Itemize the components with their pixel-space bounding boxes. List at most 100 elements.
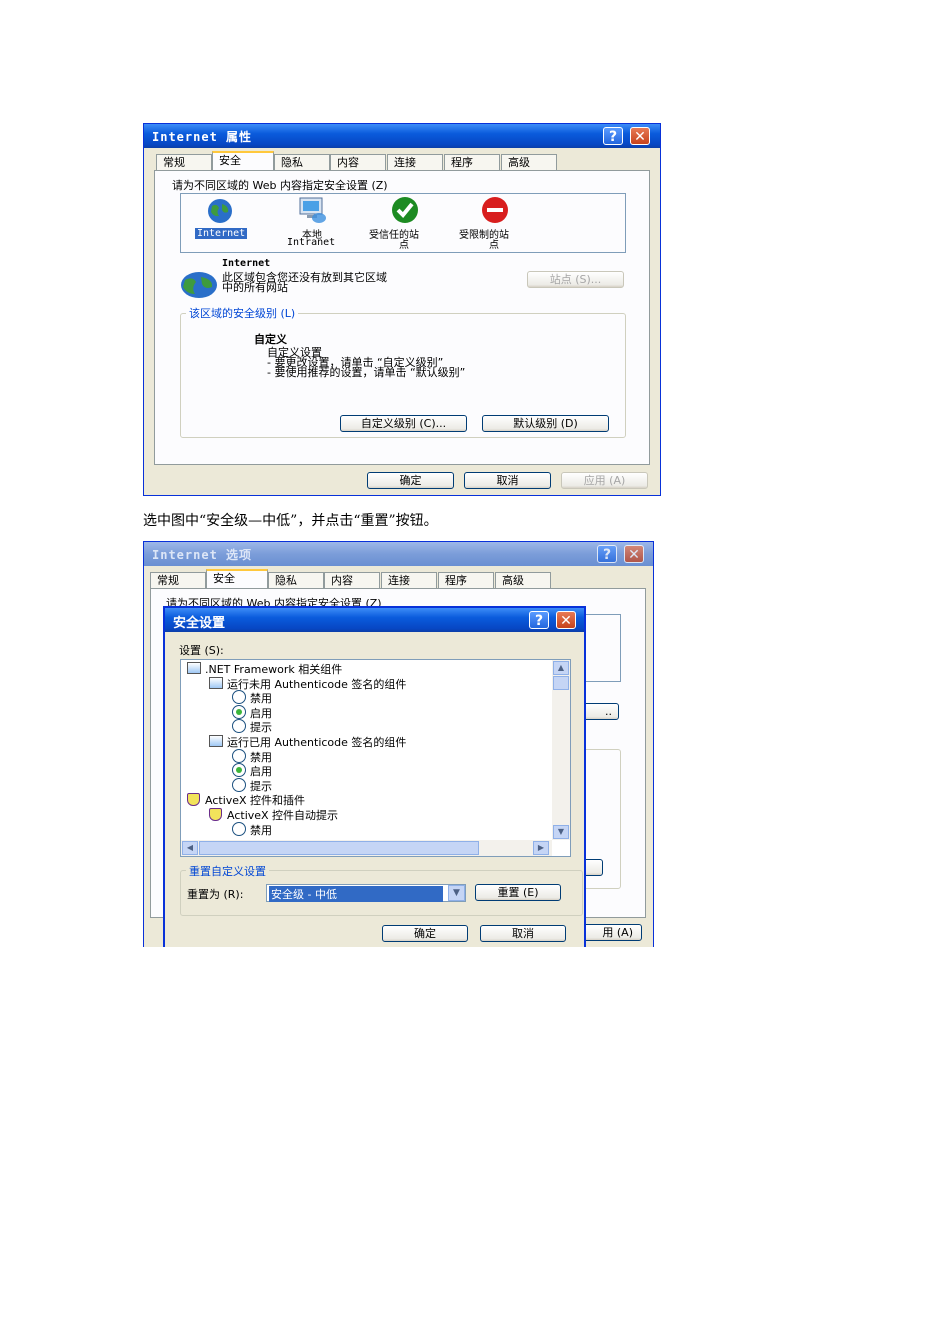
net-framework-icon [187,662,201,674]
zone-title: Internet [222,258,271,269]
tree-row[interactable]: 禁用 [181,821,551,837]
security-level-legend: 该区域的安全级别 (L) [186,305,299,321]
scroll-right-arrow-icon[interactable]: ▶ [533,841,549,855]
tab-content[interactable]: 内容 [330,154,386,170]
vertical-scrollbar[interactable]: ▲ ▼ [552,660,570,840]
security-settings-dialog: 安全设置 ? ✕ 设置 (S): .NET Framework 相关组件 运行未用… [163,606,586,947]
tab-connections[interactable]: 连接 [387,154,443,170]
zone-list[interactable]: Internet 本地 Intranet 受信任的站 点 受限制的站 点 [180,193,626,253]
internet-properties-window: Internet 属性 ? ✕ 常规 安全 隐私 内容 连接 程序 高级 请为不… [143,123,661,496]
tab-general[interactable]: 常规 [150,572,206,588]
tree-row-label: 运行已用 Authenticode 签名的组件 [227,736,407,749]
level-line3: - 要使用推荐的设置，请单击 “默认级别” [267,366,466,379]
zone-trusted-line2: 点 [399,240,409,251]
reset-level-select[interactable]: 安全级 - 中低 ▼ [266,884,466,902]
apply-button[interactable]: 用 (A) [578,924,642,941]
radio-unselected[interactable] [232,690,246,705]
h-scroll-thumb[interactable] [199,841,479,855]
tab-programs[interactable]: 程序 [444,154,500,170]
dialog-title: 安全设置 [173,616,226,631]
tab-privacy[interactable]: 隐私 [274,154,330,170]
custom-level-button[interactable]: 自定义级别 (C)... [340,415,467,432]
window-title: Internet 选项 [152,548,253,562]
zone-restricted-line1: 受限制的站 [459,230,509,241]
zone-instruction: 请为不同区域的 Web 内容指定安全设置 (Z) [172,179,388,192]
radio-selected[interactable] [232,763,246,778]
tree-row-label: 运行未用 Authenticode 签名的组件 [227,677,407,691]
settings-tree[interactable]: .NET Framework 相关组件 运行未用 Authenticode 签名的… [180,659,571,857]
zone-internet-label: Internet [195,228,248,239]
tree-row[interactable]: .NET Framework 相关组件 [181,661,551,676]
close-icon[interactable]: ✕ [630,127,650,145]
tab-advanced[interactable]: 高级 [495,572,551,588]
tree-row[interactable]: ActiveX 控件和插件 [181,792,551,807]
radio-unselected[interactable] [232,719,246,734]
tree-row-label: ActiveX 控件自动提示 [227,809,339,822]
tab-connections[interactable]: 连接 [381,572,437,588]
cancel-button[interactable]: 取消 [480,925,566,942]
help-icon[interactable]: ? [603,127,623,145]
tree-row[interactable]: 提示 [181,777,551,793]
ok-button[interactable]: 确定 [367,472,454,489]
reset-group-legend: 重置自定义设置 [186,863,269,879]
tab-security[interactable]: 安全 [206,569,268,588]
tree-row[interactable]: 提示 [181,719,551,734]
title-bar[interactable]: Internet 选项 ? ✕ [144,542,653,566]
tree-row-label: 禁用 [250,823,272,837]
tab-privacy[interactable]: 隐私 [268,572,324,588]
tree-row[interactable]: 启用 [181,704,551,720]
tree-row[interactable]: 禁用 [181,690,551,705]
radio-unselected[interactable] [232,821,246,836]
activex-shield-icon [187,793,200,807]
tab-security[interactable]: 安全 [212,151,274,170]
scroll-left-arrow-icon[interactable]: ◀ [182,841,198,855]
chevron-down-icon[interactable]: ▼ [448,885,465,901]
horizontal-scrollbar[interactable]: ◀ ▶ [181,840,552,856]
scroll-down-arrow-icon[interactable]: ▼ [553,825,569,839]
cancel-button[interactable]: 取消 [464,472,551,489]
tree-row[interactable]: ActiveX 控件自动提示 [181,807,551,822]
tree-row[interactable]: 禁用 [181,748,551,764]
tab-advanced[interactable]: 高级 [501,154,557,170]
radio-unselected[interactable] [232,748,246,763]
tree-row-label: 启用 [250,706,272,720]
close-icon[interactable]: ✕ [624,545,644,563]
title-bar[interactable]: Internet 属性 ? ✕ [144,124,660,148]
help-icon[interactable]: ? [529,611,549,629]
tree-row-label: 禁用 [250,750,272,764]
scroll-up-arrow-icon[interactable]: ▲ [553,661,569,675]
default-level-button[interactable]: 默认级别 (D) [482,415,609,432]
tab-content[interactable]: 内容 [324,572,380,588]
globe-icon [181,272,217,298]
radio-selected[interactable] [232,704,246,719]
title-bar[interactable]: 安全设置 ? ✕ [165,608,584,632]
tree-row-label: .NET Framework 相关组件 [205,663,343,676]
tab-general[interactable]: 常规 [156,154,212,170]
reset-to-label: 重置为 (R): [187,888,244,901]
scroll-thumb[interactable] [553,676,569,690]
apply-button[interactable]: 应用 (A) [561,472,648,489]
tree-row-label: 提示 [250,779,272,793]
zone-internet[interactable]: Internet [195,198,259,246]
reset-button[interactable]: 重置 (E) [475,884,561,901]
tree-row-label: 提示 [250,721,272,735]
zone-local-intranet[interactable]: 本地 Intranet [283,196,353,248]
zone-trusted-sites[interactable]: 受信任的站 点 [369,196,445,251]
zone-restricted-line2: 点 [489,240,499,251]
zone-restricted-sites[interactable]: 受限制的站 点 [459,196,535,251]
computer-icon [299,197,326,223]
tree-row[interactable]: 运行未用 Authenticode 签名的组件 [181,676,551,691]
ok-button[interactable]: 确定 [382,925,468,942]
reset-select-value: 安全级 - 中低 [269,886,443,902]
radio-unselected[interactable] [232,777,246,792]
check-icon [392,197,418,223]
sites-button[interactable]: 站点 (S)... [527,271,624,288]
tree-row[interactable]: 运行已用 Authenticode 签名的组件 [181,734,551,749]
tree-row[interactable]: 启用 [181,763,551,778]
no-entry-icon [482,197,508,223]
tab-programs[interactable]: 程序 [438,572,494,588]
zone-description-line2: 中的所有网站 [222,281,288,294]
close-icon[interactable]: ✕ [556,611,576,629]
help-icon[interactable]: ? [597,545,617,563]
instruction-caption: 选中图中“安全级—中低”，并点击“重置”按钮。 [143,513,438,529]
